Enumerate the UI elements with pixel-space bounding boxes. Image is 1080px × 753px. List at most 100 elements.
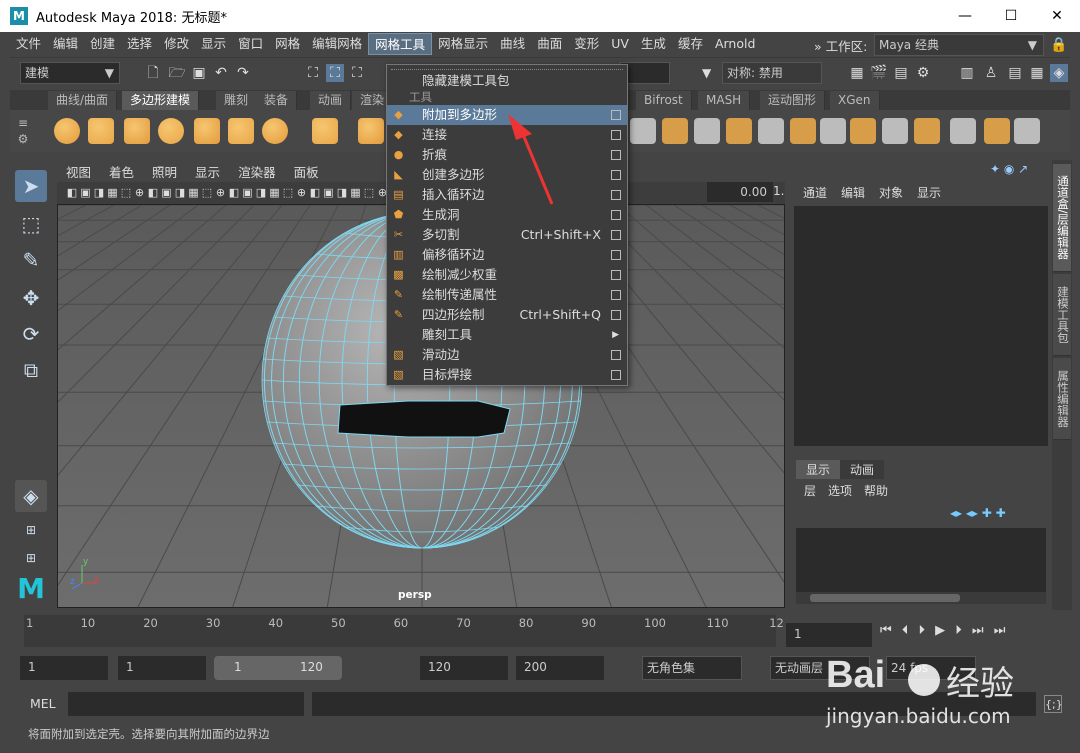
shelf-poly-icon-3[interactable]: [158, 118, 184, 144]
layout-icon[interactable]: ◈: [15, 480, 47, 512]
shelf-tool-icon-12[interactable]: [1014, 118, 1040, 144]
shelf-tool-icon-0[interactable]: [630, 118, 656, 144]
shelf-tab-6[interactable]: Bifrost: [636, 91, 692, 110]
option-box-icon[interactable]: [611, 350, 621, 360]
move-tool-icon[interactable]: ✥: [15, 282, 47, 314]
menu-13[interactable]: 变形: [568, 33, 605, 55]
channel-box-menu-1[interactable]: 编辑: [834, 184, 872, 201]
option-box-icon[interactable]: [611, 310, 621, 320]
viewport-menu-0[interactable]: 视图: [57, 162, 100, 181]
menu-item-7[interactable]: ▥ 偏移循环边: [387, 245, 627, 265]
select-tool-icon[interactable]: ➤: [15, 170, 47, 202]
tab-modeling-toolkit[interactable]: 建模工具包: [1053, 274, 1071, 356]
menu-item-10[interactable]: ✎ 四边形绘制 Ctrl+Shift+Q: [387, 305, 627, 325]
menu-item-9[interactable]: ✎ 绘制传递属性: [387, 285, 627, 305]
viewport-menu-4[interactable]: 渲染器: [229, 162, 285, 181]
viewport-menu-3[interactable]: 显示: [186, 162, 229, 181]
option-box-icon[interactable]: [611, 270, 621, 280]
layer-scrollbar[interactable]: [796, 592, 1046, 604]
undo-icon[interactable]: ↶: [212, 64, 230, 82]
shelf-tab-8[interactable]: 运动图形: [760, 91, 826, 110]
channel-box-menu-0[interactable]: 通道: [796, 184, 834, 201]
channel-box-icon[interactable]: ◈: [1050, 64, 1068, 82]
shelf-tab-1[interactable]: 多边形建模: [122, 91, 200, 110]
range-bar[interactable]: 1 120: [214, 656, 342, 680]
layer-tab-0[interactable]: 显示: [796, 460, 841, 479]
attribute-icon[interactable]: ▤: [1006, 64, 1024, 82]
mel-label[interactable]: MEL: [30, 696, 56, 711]
menu-8[interactable]: 编辑网格: [306, 33, 368, 55]
shelf-tool-icon-8[interactable]: [882, 118, 908, 144]
shelf-tab-7[interactable]: MASH: [698, 91, 751, 110]
layer-buttons-icon[interactable]: ◂▸ ◂▸ ✚ ✚: [950, 506, 1006, 520]
symmetry-arrow-icon[interactable]: ▼: [702, 66, 711, 80]
shelf-tool-icon-2[interactable]: [694, 118, 720, 144]
menu-2[interactable]: 创建: [84, 33, 121, 55]
render-icon[interactable]: 🎬: [870, 64, 888, 82]
shelf-tool-icon-4[interactable]: [758, 118, 784, 144]
menu-1[interactable]: 编辑: [47, 33, 84, 55]
menu-item-13[interactable]: ▧ 目标焊接: [387, 365, 627, 385]
shelf-tab-2[interactable]: 雕刻: [216, 91, 258, 110]
shelf-gear-icon[interactable]: ⚙: [14, 130, 32, 148]
render-settings-icon[interactable]: ⚙: [914, 64, 932, 82]
menu-item-5[interactable]: ⬟ 生成洞: [387, 205, 627, 225]
menu-14[interactable]: UV: [605, 33, 635, 55]
select-object-icon[interactable]: ⛶: [326, 64, 344, 82]
menu-4[interactable]: 修改: [158, 33, 195, 55]
symmetry-select[interactable]: 对称: 禁用: [722, 62, 822, 84]
menu-11[interactable]: 曲线: [494, 33, 531, 55]
shelf-tab-9[interactable]: XGen: [830, 91, 880, 110]
menu-3[interactable]: 选择: [121, 33, 158, 55]
mel-input[interactable]: [68, 692, 304, 716]
shelf-tool-icon-6[interactable]: [820, 118, 846, 144]
option-box-icon[interactable]: [611, 290, 621, 300]
shelf-tab-0[interactable]: 曲线/曲面: [48, 91, 118, 110]
shelf-tool-icon-11[interactable]: [984, 118, 1010, 144]
shelf-poly-icon-7[interactable]: [312, 118, 338, 144]
shelf-poly-icon-6[interactable]: [262, 118, 288, 144]
layer-menu-0[interactable]: 层: [804, 482, 822, 499]
viewport-menu-2[interactable]: 照明: [143, 162, 186, 181]
layer-tab-1[interactable]: 动画: [840, 460, 885, 479]
menu-12[interactable]: 曲面: [531, 33, 568, 55]
render-view-icon[interactable]: ▦: [848, 64, 866, 82]
ipr-render-icon[interactable]: ▤: [892, 64, 910, 82]
option-box-icon[interactable]: [611, 210, 621, 220]
menu-set-select[interactable]: 建模 ▼: [20, 62, 120, 84]
playback-controls[interactable]: ⏮ ⏴ ⏵ ▶ ⏵ ⏭ ⏭: [880, 623, 1008, 638]
shelf-tool-icon-5[interactable]: [790, 118, 816, 144]
close-button[interactable]: ✕: [1034, 0, 1080, 32]
shelf-tool-icon-10[interactable]: [950, 118, 976, 144]
timeline-track[interactable]: 1 10 20 30 40 50 60 70 80 90 100 110 12: [24, 615, 784, 647]
shelf-tool-icon-9[interactable]: [914, 118, 940, 144]
viewport-menu-1[interactable]: 着色: [100, 162, 143, 181]
scene-start-field[interactable]: 1: [20, 656, 108, 680]
tab-channel-box[interactable]: 通道盒/层编辑器: [1053, 164, 1071, 272]
channel-box-area[interactable]: [794, 206, 1048, 446]
menu-5[interactable]: 显示: [195, 33, 232, 55]
menu-15[interactable]: 生成: [635, 33, 672, 55]
shelf-tool-icon-7[interactable]: [850, 118, 876, 144]
menu-item-8[interactable]: ▩ 绘制减少权重: [387, 265, 627, 285]
shelf-poly-icon-4[interactable]: [194, 118, 220, 144]
layer-menu-2[interactable]: 帮助: [864, 482, 894, 499]
tab-attribute-editor[interactable]: 属性编辑器: [1053, 358, 1071, 440]
character-icon[interactable]: ♙: [982, 64, 1000, 82]
modeling-toolkit-icon[interactable]: ▥: [958, 64, 976, 82]
shelf-tool-icon-3[interactable]: [726, 118, 752, 144]
option-box-icon[interactable]: [611, 110, 621, 120]
scene-end-field[interactable]: 200: [516, 656, 604, 680]
option-box-icon[interactable]: [611, 170, 621, 180]
menu-10[interactable]: 网格显示: [432, 33, 494, 55]
layer-menu-1[interactable]: 选项: [828, 482, 858, 499]
viewport-menu-5[interactable]: 面板: [285, 162, 328, 181]
gamma-field[interactable]: 1.: [773, 184, 784, 198]
option-box-icon[interactable]: [611, 370, 621, 380]
paint-select-tool-icon[interactable]: ✎: [15, 244, 47, 276]
menu-item-11[interactable]: 雕刻工具 ▶: [387, 325, 627, 345]
menu-9[interactable]: 网格工具: [368, 33, 433, 55]
shelf-tab-4[interactable]: 动画: [310, 91, 352, 110]
scale-tool-icon[interactable]: ⧉: [15, 354, 47, 386]
menu-item-12[interactable]: ▧ 滑动边: [387, 345, 627, 365]
